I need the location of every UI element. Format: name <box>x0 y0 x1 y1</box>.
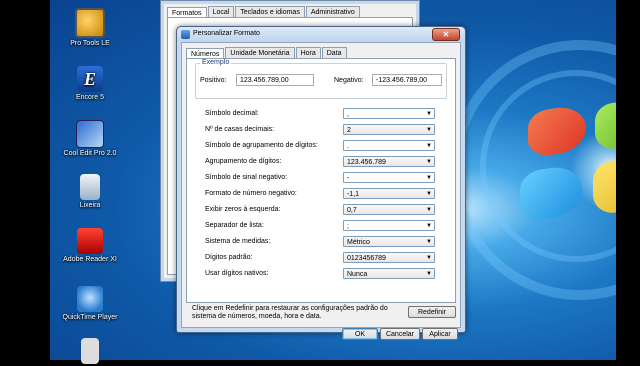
negative-example: -123.456.789,00 <box>372 74 442 86</box>
chevron-down-icon[interactable]: ▼ <box>426 190 432 199</box>
list-separator-combo[interactable]: ; ▼ <box>343 220 435 231</box>
adobe-reader-icon <box>77 228 103 254</box>
desktop-icon-label: Lixeira <box>79 202 101 209</box>
desktop-icon-label: Encore 5 <box>75 94 105 101</box>
desktop-icon-cool-edit[interactable]: Cool Edit Pro 2.0 <box>55 120 125 157</box>
desktop-icon-label: QuickTime Player <box>62 314 118 321</box>
combo-value: 0123456789 <box>347 255 386 262</box>
decimal-symbol-combo[interactable]: , ▼ <box>343 108 435 119</box>
chevron-down-icon[interactable]: ▼ <box>426 142 432 151</box>
desktop-icon-partial[interactable] <box>55 338 125 366</box>
combo-value: 0,7 <box>347 207 357 214</box>
combo-value: , <box>347 111 349 118</box>
chevron-down-icon[interactable]: ▼ <box>426 206 432 215</box>
leading-zeros-combo[interactable]: 0,7 ▼ <box>343 204 435 215</box>
combo-value: Métrico <box>347 239 370 246</box>
desktop-icon-quicktime[interactable]: QuickTime Player <box>55 286 125 321</box>
setting-label: Símbolo de agrupamento de dígitos: <box>205 142 318 149</box>
native-digits-combo[interactable]: Nunca ▼ <box>343 268 435 279</box>
desktop-icon-encore[interactable]: E Encore 5 <box>55 66 125 101</box>
chevron-down-icon[interactable]: ▼ <box>426 126 432 135</box>
desktop-icon-pro-tools[interactable]: Pro Tools LE <box>55 8 125 47</box>
desktop-icon-label: Pro Tools LE <box>70 40 110 47</box>
ok-button[interactable]: OK <box>342 328 378 340</box>
grouping-symbol-combo[interactable]: . ▼ <box>343 140 435 151</box>
customize-format-dialog: Personalizar Formato ✕ Números Unidade M… <box>176 26 466 340</box>
desktop-icon-label: Cool Edit Pro 2.0 <box>63 150 117 157</box>
measurement-system-combo[interactable]: Métrico ▼ <box>343 236 435 247</box>
setting-label: Formato de número negativo: <box>205 190 297 197</box>
pro-tools-icon <box>75 8 105 38</box>
negative-format-combo[interactable]: -1,1 ▼ <box>343 188 435 199</box>
close-button[interactable]: ✕ <box>432 28 460 41</box>
recycle-bin-icon <box>80 174 100 200</box>
combo-value: ; <box>347 223 349 230</box>
setting-label: Dígitos padrão: <box>205 254 253 261</box>
dialog-title-bar[interactable]: Personalizar Formato ✕ <box>177 27 465 42</box>
chevron-down-icon[interactable]: ▼ <box>426 222 432 231</box>
reset-button[interactable]: Redefinir <box>408 306 456 318</box>
negative-label: Negativo: <box>334 77 364 84</box>
chevron-down-icon[interactable]: ▼ <box>426 110 432 119</box>
mouse-icon <box>81 338 99 364</box>
setting-label: Usar dígitos nativos: <box>205 270 269 277</box>
dialog-title: Personalizar Formato <box>193 30 260 37</box>
exemplo-group: Exemplo Positivo: 123.456.789,00 Negativ… <box>195 59 447 99</box>
desktop-icon-recycle-bin[interactable]: Lixeira <box>55 174 125 209</box>
chevron-down-icon[interactable]: ▼ <box>426 254 432 263</box>
combo-value: -1,1 <box>347 191 360 198</box>
setting-label: Exibir zeros à esquerda: <box>205 206 281 213</box>
setting-label: Sistema de medidas: <box>205 238 271 245</box>
exemplo-legend: Exemplo <box>200 59 232 66</box>
reset-note: Clique em Redefinir para restaurar as co… <box>192 305 388 320</box>
setting-label: Nº de casas decimais: <box>205 126 275 133</box>
combo-value: 2 <box>347 127 351 134</box>
standard-digits-combo[interactable]: 0123456789 ▼ <box>343 252 435 263</box>
positive-label: Positivo: <box>200 77 227 84</box>
combo-value: - <box>347 175 350 182</box>
positive-example: 123.456.789,00 <box>236 74 314 86</box>
combo-value: 123.456.789 <box>347 159 386 166</box>
decimal-places-combo[interactable]: 2 ▼ <box>343 124 435 135</box>
chevron-down-icon[interactable]: ▼ <box>426 238 432 247</box>
desktop-icon-adobe-reader[interactable]: Adobe Reader XI <box>55 228 125 263</box>
chevron-down-icon[interactable]: ▼ <box>426 270 432 279</box>
cancel-button[interactable]: Cancelar <box>380 328 420 340</box>
desktop-icon-label: Adobe Reader XI <box>63 256 117 263</box>
digit-grouping-combo[interactable]: 123.456.789 ▼ <box>343 156 435 167</box>
chevron-down-icon[interactable]: ▼ <box>426 174 432 183</box>
apply-button[interactable]: Aplicar <box>422 328 458 340</box>
numeros-panel: Exemplo Positivo: 123.456.789,00 Negativ… <box>186 58 456 303</box>
quicktime-icon <box>77 286 103 312</box>
setting-label: Separador de lista: <box>205 222 264 229</box>
dialog-client: Números Unidade Monetária Hora Data Exem… <box>181 42 461 340</box>
combo-value: Nunca <box>347 271 368 278</box>
setting-label: Agrupamento de dígitos: <box>205 158 282 165</box>
encore-icon: E <box>77 66 103 92</box>
negative-sign-combo[interactable]: - ▼ <box>343 172 435 183</box>
window-icon <box>181 30 190 39</box>
setting-label: Símbolo decimal: <box>205 110 259 117</box>
setting-label: Símbolo de sinal negativo: <box>205 174 288 181</box>
chevron-down-icon[interactable]: ▼ <box>426 158 432 167</box>
cool-edit-icon <box>76 120 104 148</box>
combo-value: . <box>347 143 349 150</box>
